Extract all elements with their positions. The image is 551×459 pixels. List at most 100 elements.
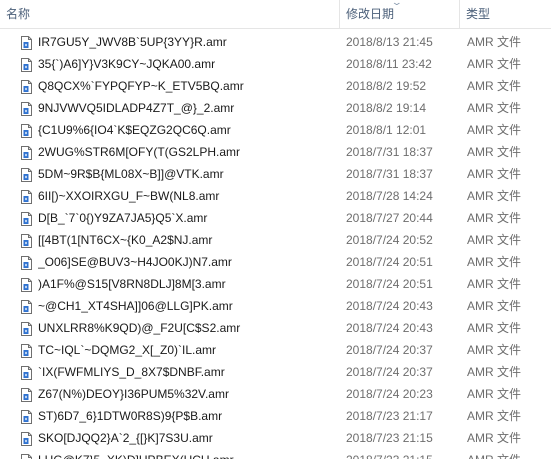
file-modified-date: 2018/8/11 23:42: [346, 57, 432, 71]
file-name: `IX(FWFMLIYS_D_8X7$DNBF.amr: [38, 365, 225, 379]
file-row[interactable]: ST)6D7_6}1DTW0R8S)9{P$B.amr 2018/7/23 21:…: [0, 405, 551, 427]
amr-file-icon: [21, 189, 32, 204]
file-name: 6II[)~XXOIRXGU_F~BW(NL8.amr: [38, 189, 220, 203]
file-row[interactable]: 6II[)~XXOIRXGU_F~BW(NL8.amr 2018/7/28 14:…: [0, 185, 551, 207]
amr-file-icon: [21, 387, 32, 402]
file-row[interactable]: SKO[DJQQ2}A`2_{[}K]7S3U.amr 2018/7/23 21:…: [0, 427, 551, 449]
amr-file-icon: [21, 277, 32, 292]
file-row[interactable]: ~@CH1_XT4SHA]]06@LLG]PK.amr 2018/7/24 20:…: [0, 295, 551, 317]
file-name: {C1U9%6{IO4`K$EQZG2QC6Q.amr: [38, 123, 231, 137]
file-type: AMR 文件: [467, 365, 522, 379]
file-row[interactable]: [[4BT(1[NT6CX~{K0_A2$NJ.amr 2018/7/24 20:…: [0, 229, 551, 251]
file-type: AMR 文件: [467, 449, 551, 459]
file-modified-date: 2018/8/2 19:52: [346, 79, 427, 93]
file-name: LHG@K7}5_XK)D]UPBEX(HCU.amr: [38, 449, 338, 459]
column-header-type[interactable]: 类型: [460, 0, 551, 28]
file-type: AMR 文件: [467, 101, 522, 115]
file-modified-date: 2018/7/24 20:37: [346, 365, 433, 379]
file-row[interactable]: Z67(N%)DEOY}I36PUM5%32V.amr 2018/7/24 20:…: [0, 383, 551, 405]
amr-file-icon: [21, 233, 32, 248]
file-name: Z67(N%)DEOY}I36PUM5%32V.amr: [38, 387, 229, 401]
amr-file-icon: [21, 145, 32, 160]
file-modified-date: 2018/8/1 12:01: [346, 123, 427, 137]
file-row[interactable]: 9NJVWVQ5IDLADP4Z7T_@}_2.amr 2018/8/2 19:1…: [0, 97, 551, 119]
file-type: AMR 文件: [467, 145, 522, 159]
amr-file-icon: [21, 255, 32, 270]
file-modified-date: 2018/8/2 19:14: [346, 101, 427, 115]
file-row[interactable]: LHG@K7}5_XK)D]UPBEX(HCU.amr 2018/7/23 21:…: [0, 449, 551, 459]
file-row[interactable]: UNXLRR8%K9QD)@_F2U[C$S2.amr 2018/7/24 20:…: [0, 317, 551, 339]
file-name: 9NJVWVQ5IDLADP4Z7T_@}_2.amr: [38, 101, 235, 115]
file-type: AMR 文件: [467, 299, 522, 313]
file-rows: IR7GU5Y_JWV8B`5UP{3YY}R.amr 2018/8/13 21:…: [0, 31, 551, 459]
amr-file-icon: [21, 123, 32, 138]
file-modified-date: 2018/7/28 14:24: [346, 189, 433, 203]
file-explorer-list: 名称 ⌄ 修改日期 类型 IR7GU5Y_JWV8B`5UP{3YY}R.amr…: [0, 0, 551, 459]
file-modified-date: 2018/7/27 20:44: [346, 211, 433, 225]
file-modified-date: 2018/7/24 20:51: [346, 255, 433, 269]
file-row[interactable]: `IX(FWFMLIYS_D_8X7$DNBF.amr 2018/7/24 20:…: [0, 361, 551, 383]
file-name: 5DM~9R$B{ML08X~B]]@VTK.amr: [38, 167, 224, 181]
file-modified-date: 2018/7/23 21:15: [346, 449, 460, 459]
file-modified-date: 2018/7/24 20:51: [346, 277, 433, 291]
file-name: _O06]SE@BUV3~H4JO0KJ)N7.amr: [38, 255, 232, 269]
file-name: 35{`)A6]Y}V3K9CY~JQKA00.amr: [38, 57, 216, 71]
file-type: AMR 文件: [467, 409, 522, 423]
file-name: ~@CH1_XT4SHA]]06@LLG]PK.amr: [38, 299, 233, 313]
file-modified-date: 2018/7/31 18:37: [346, 145, 433, 159]
file-modified-date: 2018/7/24 20:43: [346, 321, 433, 335]
amr-file-icon: [21, 321, 32, 336]
file-type: AMR 文件: [467, 255, 522, 269]
amr-file-icon: [21, 299, 32, 314]
column-header-date[interactable]: 修改日期: [340, 0, 460, 28]
file-row[interactable]: _O06]SE@BUV3~H4JO0KJ)N7.amr 2018/7/24 20:…: [0, 251, 551, 273]
file-row[interactable]: D[B_`7`0{)Y9ZA7JA5}Q5`X.amr 2018/7/27 20:…: [0, 207, 551, 229]
file-name: UNXLRR8%K9QD)@_F2U[C$S2.amr: [38, 321, 241, 335]
amr-file-icon: [21, 167, 32, 182]
file-type: AMR 文件: [467, 343, 522, 357]
file-row[interactable]: TC~IQL`~DQMG2_X[_Z0)`IL.amr 2018/7/24 20:…: [0, 339, 551, 361]
file-row[interactable]: IR7GU5Y_JWV8B`5UP{3YY}R.amr 2018/8/13 21:…: [0, 31, 551, 53]
file-type: AMR 文件: [467, 321, 522, 335]
file-modified-date: 2018/7/24 20:43: [346, 299, 433, 313]
amr-file-icon: [21, 35, 32, 50]
file-type: AMR 文件: [467, 387, 522, 401]
file-modified-date: 2018/7/24 20:23: [346, 387, 433, 401]
file-row[interactable]: 35{`)A6]Y}V3K9CY~JQKA00.amr 2018/8/11 23:…: [0, 53, 551, 75]
file-modified-date: 2018/8/13 21:45: [346, 35, 433, 49]
file-modified-date: 2018/7/31 18:37: [346, 167, 433, 181]
file-type: AMR 文件: [467, 211, 522, 225]
file-modified-date: 2018/7/23 21:15: [346, 431, 433, 445]
file-type: AMR 文件: [467, 79, 522, 93]
file-type: AMR 文件: [467, 431, 522, 445]
amr-file-icon: [21, 57, 32, 72]
amr-file-icon: [21, 409, 32, 424]
file-modified-date: 2018/7/24 20:37: [346, 343, 433, 357]
file-row[interactable]: 2WUG%STR6M[OFY(T(GS2LPH.amr 2018/7/31 18:…: [0, 141, 551, 163]
amr-file-icon: [21, 365, 32, 380]
file-type: AMR 文件: [467, 167, 522, 181]
amr-file-icon: [21, 211, 32, 226]
file-name: D[B_`7`0{)Y9ZA7JA5}Q5`X.amr: [38, 211, 208, 225]
file-name: IR7GU5Y_JWV8B`5UP{3YY}R.amr: [38, 35, 227, 49]
file-row[interactable]: 5DM~9R$B{ML08X~B]]@VTK.amr 2018/7/31 18:3…: [0, 163, 551, 185]
file-name: TC~IQL`~DQMG2_X[_Z0)`IL.amr: [38, 343, 217, 357]
amr-file-icon: [21, 453, 32, 459]
file-type: AMR 文件: [467, 233, 522, 247]
amr-file-icon: [21, 343, 32, 358]
file-row[interactable]: {C1U9%6{IO4`K$EQZG2QC6Q.amr 2018/8/1 12:0…: [0, 119, 551, 141]
file-name: Q8QCX%`FYPQFYP~K_ETV5BQ.amr: [38, 79, 244, 93]
column-header-name[interactable]: 名称: [0, 0, 340, 28]
file-type: AMR 文件: [467, 189, 522, 203]
amr-file-icon: [21, 431, 32, 446]
file-name: )A1F%@S15[V8RN8DLJ]8M[3.amr: [38, 277, 226, 291]
file-modified-date: 2018/7/23 21:17: [346, 409, 433, 423]
file-row[interactable]: )A1F%@S15[V8RN8DLJ]8M[3.amr 2018/7/24 20:…: [0, 273, 551, 295]
file-row[interactable]: Q8QCX%`FYPQFYP~K_ETV5BQ.amr 2018/8/2 19:5…: [0, 75, 551, 97]
column-header-bar: 名称 ⌄ 修改日期 类型: [0, 0, 551, 29]
amr-file-icon: [21, 79, 32, 94]
file-name: [[4BT(1[NT6CX~{K0_A2$NJ.amr: [38, 233, 213, 247]
file-type: AMR 文件: [467, 35, 522, 49]
file-type: AMR 文件: [467, 277, 522, 291]
amr-file-icon: [21, 101, 32, 116]
